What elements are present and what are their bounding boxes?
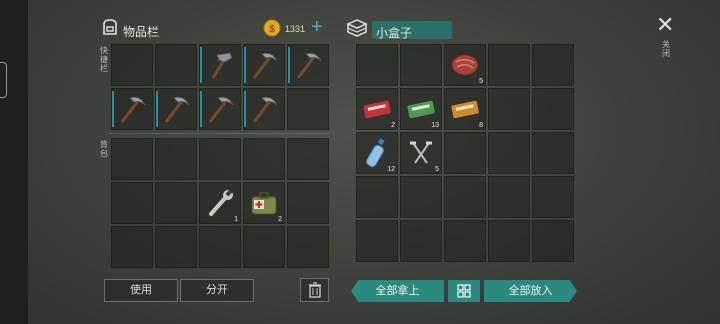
backpack-slot[interactable] [287,182,329,224]
backpack-slot[interactable] [155,226,197,268]
backpack-slot[interactable] [243,138,285,180]
put-all-button[interactable]: 全部放入 [484,280,577,302]
backpack-slot[interactable] [199,226,241,268]
hotbar-label: 快捷栏 [100,46,108,73]
durability-bar [244,47,246,83]
box-slot[interactable]: 5 [444,44,486,86]
backpack-slot[interactable] [287,138,329,180]
hotbar-slot[interactable] [243,44,285,86]
backpack-slot[interactable]: 1 [199,182,241,224]
backpack-slot[interactable] [111,182,153,224]
box-slot[interactable] [400,176,442,218]
box-slot[interactable] [444,176,486,218]
durability-bar [200,91,202,127]
box-slot[interactable]: 2 [356,88,398,130]
item-quantity: 8 [479,122,483,129]
box-slot[interactable]: 12 [356,132,398,174]
box-slot[interactable] [532,44,574,86]
durability-bar [244,91,246,127]
coin-count: 1331 [285,24,306,34]
put-all-label: 全部放入 [508,285,553,297]
item-quantity: 13 [431,122,439,129]
item-quantity: 5 [479,78,483,85]
close-label[interactable]: 关闭 [661,40,671,58]
sort-button[interactable] [448,280,480,302]
box-slot[interactable] [356,176,398,218]
item-quantity: 5 [435,166,439,173]
take-all-label: 全部拿上 [375,285,420,297]
hotbar-slot[interactable] [155,44,197,86]
hotbar-slot[interactable] [199,88,241,130]
take-all-button[interactable]: 全部拿上 [351,280,444,302]
box-slot[interactable] [488,176,530,218]
backpack-slot[interactable] [155,138,197,180]
left-edge [0,0,28,324]
close-icon[interactable]: ✕ [656,14,674,36]
split-button[interactable]: 分开 [180,279,254,302]
hotbar-slot[interactable] [111,44,153,86]
box-slot[interactable] [444,220,486,262]
box-slot[interactable] [400,220,442,262]
item-quantity: 2 [278,216,282,223]
grid-sort-icon [457,284,471,298]
box-slot[interactable] [532,220,574,262]
coin-icon: $ [263,19,281,42]
box-slot[interactable] [488,44,530,86]
backpack-icon [100,17,120,42]
trash-icon [308,282,321,298]
box-slot[interactable] [488,220,530,262]
hotbar-slot[interactable] [287,44,329,86]
backpack-slot[interactable] [287,226,329,268]
hotbar-slot[interactable] [199,44,241,86]
box-icon [346,18,368,43]
svg-text:$: $ [269,24,275,35]
backpack-slot[interactable] [243,226,285,268]
inventory-title: 物品栏 [123,25,160,39]
box-slot[interactable] [444,132,486,174]
durability-bar [200,47,202,83]
box-slot[interactable] [488,88,530,130]
item-quantity: 2 [391,122,395,129]
backpack-slot[interactable] [111,138,153,180]
item-quantity: 1 [234,216,238,223]
hotbar-slot[interactable] [155,88,197,130]
box-slot[interactable] [532,176,574,218]
inventory-divider [109,133,329,134]
durability-bar [288,47,290,83]
add-coins-button[interactable]: + [311,16,323,39]
trash-button[interactable] [300,278,329,302]
box-slot[interactable] [356,220,398,262]
box-slot[interactable] [532,88,574,130]
durability-bar [112,91,114,127]
backpack-slot[interactable] [155,182,197,224]
use-button[interactable]: 使用 [104,279,178,302]
hotbar-slot[interactable] [243,88,285,130]
box-slot[interactable]: 8 [444,88,486,130]
backpack-slot[interactable] [111,226,153,268]
box-slot[interactable] [488,132,530,174]
backpack-slot[interactable] [199,138,241,180]
box-slot[interactable]: 13 [400,88,442,130]
item-quantity: 12 [387,166,395,173]
backpack-slot[interactable]: 2 [243,182,285,224]
hotbar-slot[interactable] [287,88,329,130]
box-slot[interactable] [400,44,442,86]
left-edge-tab[interactable] [0,62,7,98]
box-title: 小盒子 [376,26,413,40]
box-slot[interactable] [532,132,574,174]
box-slot[interactable]: 5 [400,132,442,174]
durability-bar [156,91,158,127]
hotbar-slot[interactable] [111,88,153,130]
box-slot[interactable] [356,44,398,86]
backpack-label: 背包 [100,140,108,158]
